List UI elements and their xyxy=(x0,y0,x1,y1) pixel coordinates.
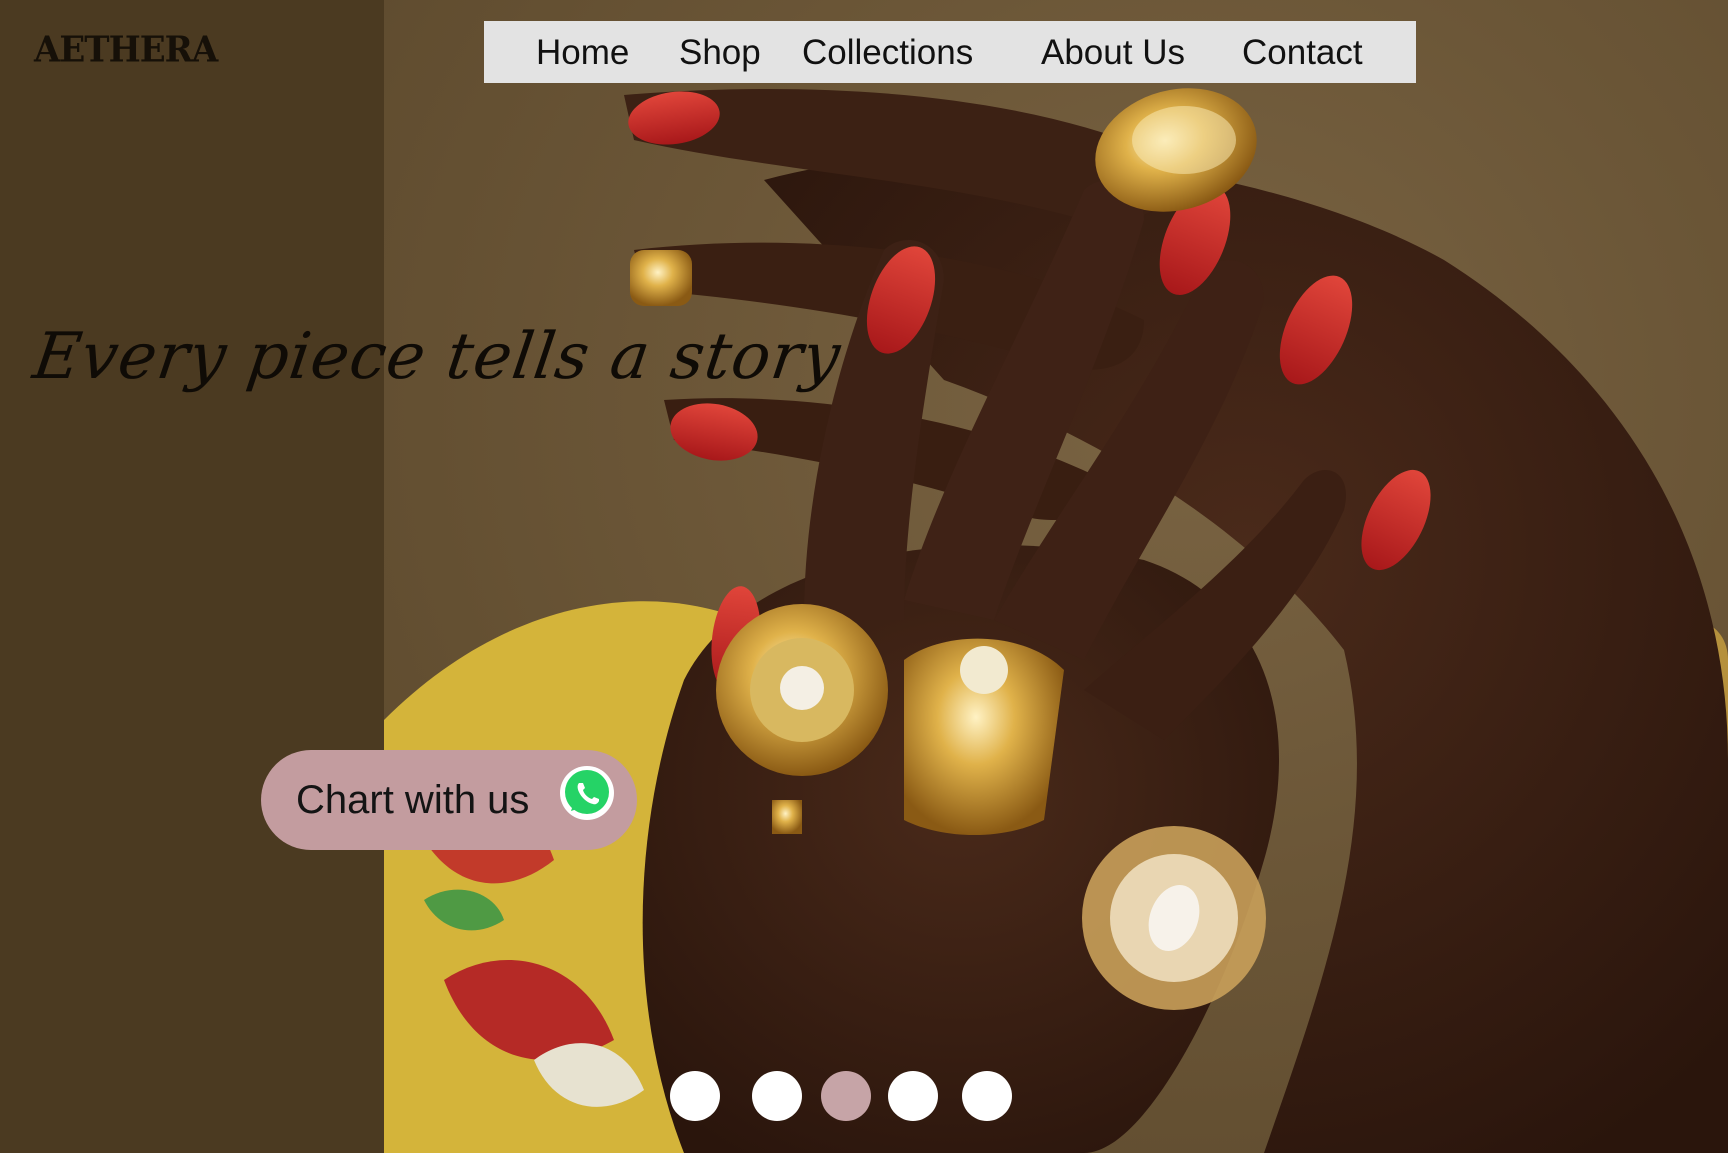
page: AETHERA Home Shop Collections About Us C… xyxy=(0,0,1728,1153)
nav-collections[interactable]: Collections xyxy=(802,33,973,73)
brand-logo[interactable]: AETHERA xyxy=(34,29,218,71)
main-nav: Home Shop Collections About Us Contact xyxy=(484,21,1416,83)
hero-tagline: Every piece tells a story xyxy=(28,320,846,394)
nav-contact[interactable]: Contact xyxy=(1242,33,1363,73)
nav-about-us[interactable]: About Us xyxy=(1041,33,1185,73)
nav-home[interactable]: Home xyxy=(536,33,629,73)
carousel-dot-3-active[interactable] xyxy=(821,1071,871,1121)
whatsapp-icon xyxy=(560,766,614,820)
hero-illustration xyxy=(384,88,1728,1153)
chat-button-label: Chart with us xyxy=(296,777,530,822)
nav-shop[interactable]: Shop xyxy=(679,33,761,73)
carousel-dot-1[interactable] xyxy=(670,1071,720,1121)
carousel-dot-5[interactable] xyxy=(962,1071,1012,1121)
carousel-indicators xyxy=(0,1071,1728,1121)
left-panel xyxy=(0,0,384,1153)
chat-with-us-button[interactable]: Chart with us xyxy=(261,750,637,850)
carousel-dot-2[interactable] xyxy=(752,1071,802,1121)
hero-image xyxy=(384,0,1728,1153)
carousel-dot-4[interactable] xyxy=(888,1071,938,1121)
